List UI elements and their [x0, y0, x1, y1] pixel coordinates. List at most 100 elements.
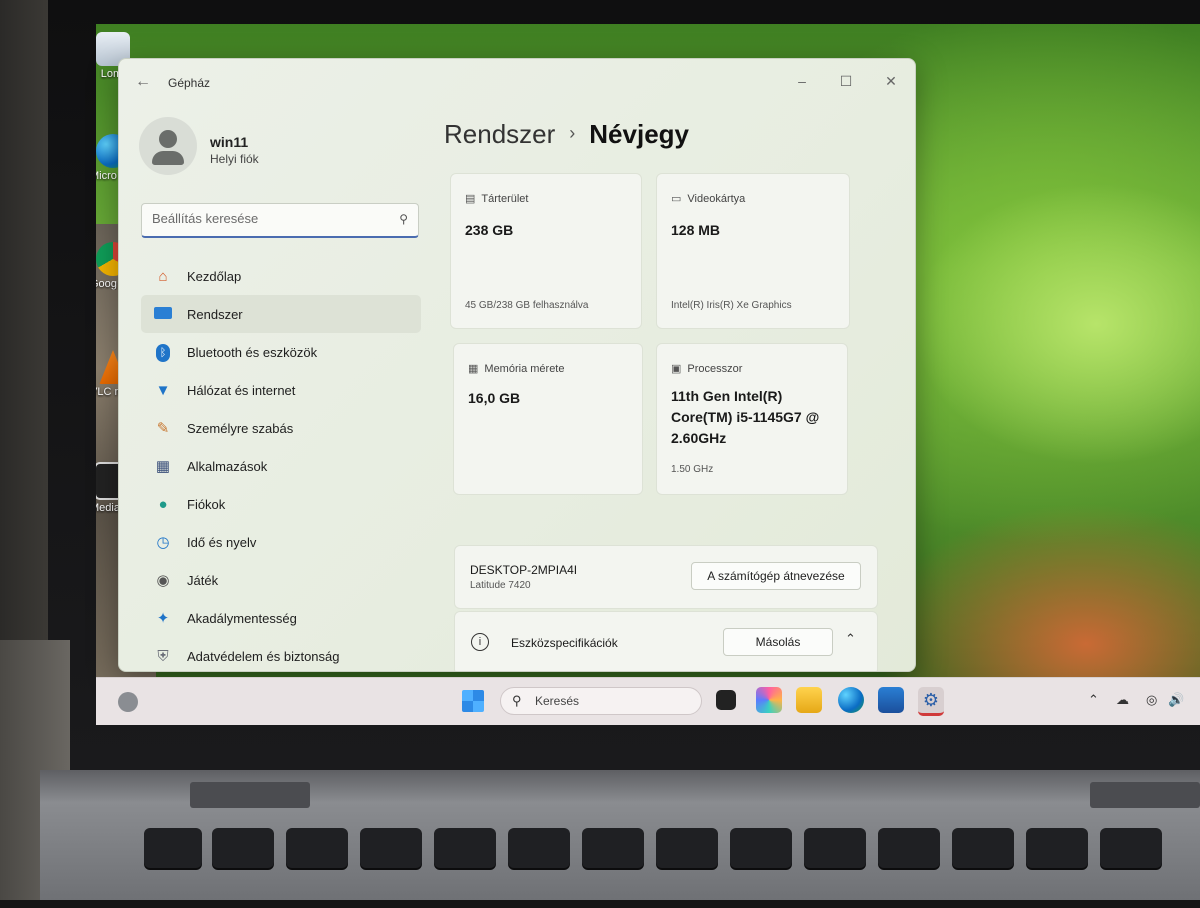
avatar[interactable] [139, 117, 197, 175]
key [804, 828, 866, 868]
card-value: 11th Gen Intel(R) Core(TM) i5-1145G7 @ 2… [671, 386, 819, 449]
settings-search[interactable]: ⚲ [141, 203, 419, 238]
store-icon[interactable] [878, 687, 904, 713]
title-bar: ← Gépház – ☐ ✕ [119, 59, 915, 105]
device-name: DESKTOP-2MPIA4I [470, 563, 578, 577]
sidebar-item-label: Személyre szabás [187, 420, 294, 436]
bluetooth-icon: ᛒ [151, 343, 175, 362]
file-explorer-icon[interactable] [796, 687, 822, 713]
sidebar-item-label: Hálózat és internet [187, 382, 296, 398]
specs-label: Eszközspecifikációk [511, 636, 618, 650]
minimize-button[interactable]: – [787, 69, 817, 93]
background-wall [0, 0, 48, 640]
task-view-icon[interactable] [716, 690, 736, 710]
taskbar: ⚲ Keresés ⚙ ⌃ ☁ ◎ 🔊 [96, 677, 1200, 725]
arrow-left-icon[interactable]: ← [135, 73, 151, 91]
key [582, 828, 644, 868]
sidebar-item-label: Idő és nyelv [187, 534, 257, 550]
card-title: ▣ Processzor [671, 362, 742, 375]
avatar-head [159, 130, 177, 148]
sidebar-item-bluetooth[interactable]: ᛒ Bluetooth és eszközök [141, 333, 421, 371]
keyboard [130, 818, 1200, 908]
settings-icon[interactable]: ⚙ [918, 687, 944, 716]
key [360, 828, 422, 868]
chevron-up-icon[interactable]: ⌃ [845, 631, 856, 647]
search-input[interactable] [150, 210, 394, 227]
settings-window: ← Gépház – ☐ ✕ win11 Helyi fiók ⚲ ⌂ Kezd… [118, 58, 916, 672]
rename-pc-button[interactable]: A számítógép átnevezése [691, 562, 861, 590]
close-button[interactable]: ✕ [876, 69, 906, 93]
maximize-button[interactable]: ☐ [831, 69, 861, 93]
sidebar-item-szemelyre-szabas[interactable]: ✎ Személyre szabás [141, 409, 421, 447]
processor-icon: ▣ [671, 363, 682, 375]
key [730, 828, 792, 868]
accessibility-icon: ✦ [156, 610, 170, 627]
card-title-text: Processzor [687, 363, 743, 375]
card-title: ▤ Tárterület [465, 192, 528, 205]
sidebar-item-rendszer[interactable]: Rendszer [141, 295, 421, 333]
shield-icon: ⛨ [157, 647, 169, 665]
sidebar-item-kezdolap[interactable]: ⌂ Kezdőlap [141, 257, 421, 295]
gamepad-icon: ◉ [156, 572, 170, 589]
taskbar-search[interactable]: ⚲ Keresés [500, 687, 702, 715]
globe-clock-icon: ◷ [156, 534, 170, 551]
card-title-text: Tárterület [481, 193, 529, 205]
card-value: 238 GB [465, 222, 514, 238]
monitor-icon [151, 306, 175, 323]
cloud-icon[interactable]: ☁ [1116, 692, 1129, 708]
sidebar-item-jatek[interactable]: ◉ Játék [141, 561, 421, 599]
search-icon: ⚲ [399, 212, 408, 226]
key [656, 828, 718, 868]
card-title-text: Videokártya [687, 193, 746, 205]
window-title: Gépház [168, 76, 211, 90]
card-value: 16,0 GB [468, 390, 521, 406]
widgets-icon[interactable] [118, 692, 138, 712]
sidebar-item-halozat[interactable]: ▼ Hálózat és internet [141, 371, 421, 409]
device-specs-panel[interactable]: i Eszközspecifikációk Másolás ⌃ [454, 611, 878, 671]
page-title: Névjegy [589, 119, 690, 149]
sidebar-item-alkalmazasok[interactable]: ▦ Alkalmazások [141, 447, 421, 485]
key [508, 828, 570, 868]
sidebar-item-ido-es-nyelv[interactable]: ◷ Idő és nyelv [141, 523, 421, 561]
apps-icon: ▦ [155, 458, 171, 475]
sidebar-nav: ⌂ Kezdőlap Rendszer ᛒ Bluetooth és eszkö… [141, 257, 421, 671]
profile-name: win11 [210, 134, 249, 150]
taskbar-search-label: Keresés [535, 694, 580, 708]
sidebar-item-label: Bluetooth és eszközök [187, 344, 318, 360]
search-icon: ⚲ [512, 693, 522, 708]
device-model: Latitude 7420 [470, 580, 531, 591]
card-value: 128 MB [671, 222, 721, 238]
person-icon: ● [158, 495, 168, 513]
copilot-icon[interactable] [756, 687, 782, 713]
laptop-hinge-left [190, 782, 310, 808]
sidebar-item-label: Fiókok [187, 496, 226, 512]
edge-icon[interactable] [838, 687, 864, 713]
breadcrumb-parent[interactable]: Rendszer [444, 119, 555, 149]
key [952, 828, 1014, 868]
volume-icon[interactable]: 🔊 [1168, 692, 1184, 708]
key [212, 828, 274, 868]
sidebar-item-label: Adatvédelem és biztonság [187, 648, 340, 664]
storage-icon: ▤ [465, 193, 476, 205]
key [434, 828, 496, 868]
network-icon[interactable]: ◎ [1146, 692, 1157, 708]
key [144, 828, 202, 868]
copy-button[interactable]: Másolás [723, 628, 833, 656]
profile-account-type: Helyi fiók [210, 152, 259, 166]
device-name-panel: DESKTOP-2MPIA4I Latitude 7420 A számítóg… [454, 545, 878, 609]
brush-icon: ✎ [156, 420, 170, 437]
key [878, 828, 940, 868]
card-title: ▦ Memória mérete [468, 362, 564, 375]
storage-card: ▤ Tárterület 238 GB 45 GB/238 GB felhaszn… [450, 173, 642, 329]
chevron-up-icon[interactable]: ⌃ [1088, 692, 1099, 708]
start-icon[interactable] [462, 690, 484, 712]
sidebar-item-fiokok[interactable]: ● Fiókok [141, 485, 421, 523]
cpu-line: 11th Gen Intel(R) [671, 388, 783, 404]
key [286, 828, 348, 868]
memory-icon: ▦ [468, 363, 479, 375]
breadcrumb: Rendszer › Névjegy [444, 119, 689, 150]
key [1100, 828, 1162, 868]
sidebar-item-adatvedelem[interactable]: ⛨ Adatvédelem és biztonság [141, 637, 421, 671]
card-title: ▭ Videokártya [671, 192, 745, 205]
sidebar-item-akadalymentesseg[interactable]: ✦ Akadálymentesség [141, 599, 421, 637]
